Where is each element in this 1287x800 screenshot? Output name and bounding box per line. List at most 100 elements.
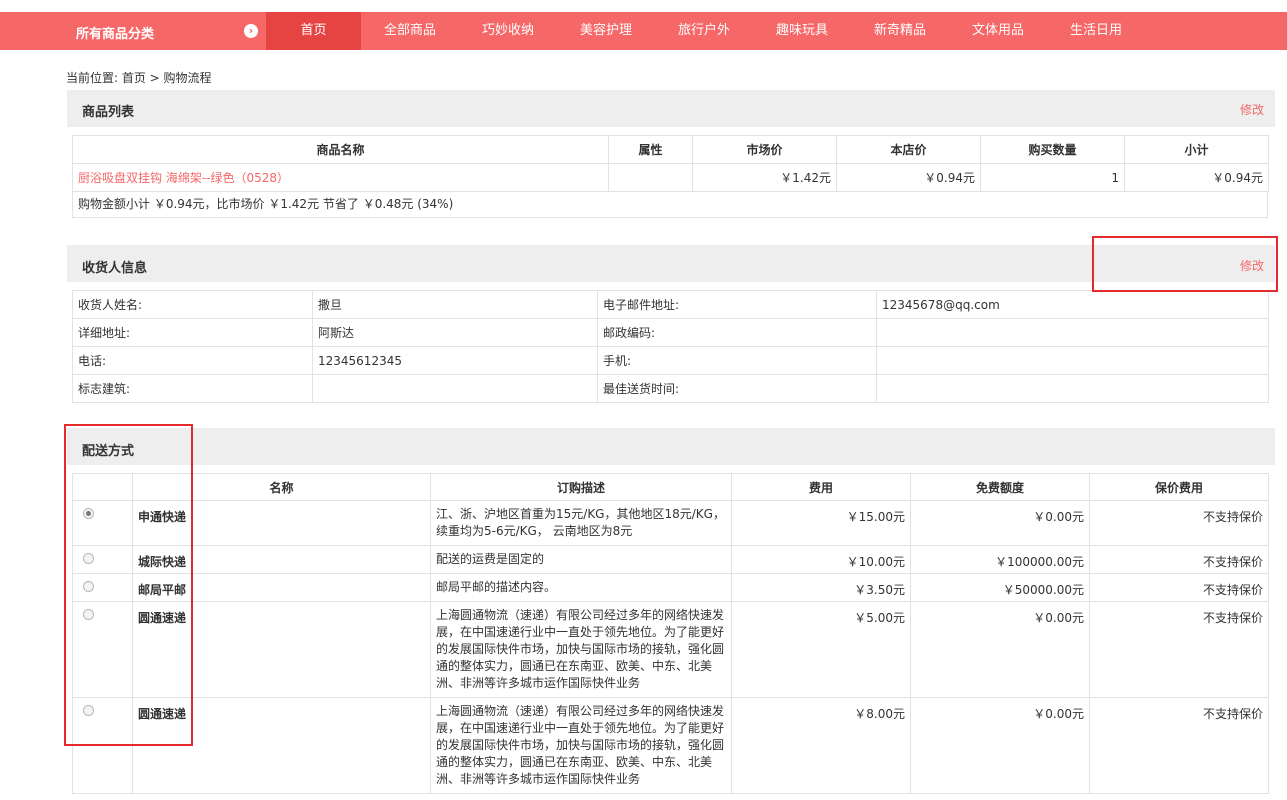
goods-subtotal: ￥0.94元 (1124, 163, 1269, 192)
field-label: 详细地址: (72, 318, 313, 347)
goods-name-link[interactable]: 厨浴吸盘双挂钩 海绵架--绿色（0528） (78, 171, 289, 185)
shipping-radio[interactable] (83, 609, 94, 620)
col-header: 保价费用 (1089, 473, 1269, 501)
goods-summary: 购物金额小计 ￥0.94元，比市场价 ￥1.42元 节省了 ￥0.48元 (34… (72, 191, 1268, 218)
shipping-free-limit: ￥0.00元 (910, 500, 1090, 546)
field-value: 撒旦 (312, 290, 598, 319)
col-header: 属性 (608, 135, 693, 164)
shipping-name: 申通快递 (132, 500, 431, 546)
all-categories-menu[interactable]: 所有商品分类 › (0, 12, 266, 50)
nav-item-all-goods[interactable]: 全部商品 (361, 12, 459, 50)
field-value: 12345678@qq.com (876, 290, 1269, 319)
shipping-name: 城际快递 (132, 545, 431, 574)
nav-item-novelty[interactable]: 新奇精品 (851, 12, 949, 50)
col-header: 本店价 (836, 135, 981, 164)
shipping-desc: 上海圆通物流（速递）有限公司经过多年的网络快速发展，在中国速递行业中一直处于领先… (430, 697, 732, 794)
goods-edit-link[interactable]: 修改 (1240, 101, 1264, 118)
shipping-table: 名称 订购描述 费用 免费额度 保价费用 申通快递 江、浙、沪地区首重为15元/… (72, 473, 1269, 794)
nav-item-daily[interactable]: 生活日用 (1047, 12, 1145, 50)
field-label: 电话: (72, 346, 313, 375)
shipping-free-limit: ￥100000.00元 (910, 545, 1090, 574)
shipping-insure: 不支持保价 (1089, 601, 1269, 698)
shipping-radio[interactable] (83, 508, 94, 519)
shipping-section-header: 配送方式 (67, 428, 1275, 465)
goods-section-title: 商品列表 (82, 105, 135, 120)
shipping-name: 圆通速递 (132, 601, 431, 698)
all-categories-label: 所有商品分类 (76, 27, 155, 42)
shipping-free-limit: ￥0.00元 (910, 601, 1090, 698)
nav-item-stationery[interactable]: 文体用品 (949, 12, 1047, 50)
shipping-fee: ￥8.00元 (731, 697, 911, 794)
table-row: 圆通速递 上海圆通物流（速递）有限公司经过多年的网络快速发展，在中国速递行业中一… (72, 697, 1269, 794)
shipping-insure: 不支持保价 (1089, 697, 1269, 794)
goods-shop-price: ￥0.94元 (836, 163, 981, 192)
consignee-section-header: 收货人信息 修改 (67, 245, 1275, 282)
table-row: 标志建筑: 最佳送货时间: (72, 374, 1269, 403)
shipping-table-header: 名称 订购描述 费用 免费额度 保价费用 (72, 473, 1269, 501)
table-row: 城际快递 配送的运费是固定的 ￥10.00元 ￥100000.00元 不支持保价 (72, 545, 1269, 574)
field-label: 电子邮件地址: (597, 290, 877, 319)
shipping-fee: ￥10.00元 (731, 545, 911, 574)
goods-attr (608, 163, 693, 192)
shipping-fee: ￥5.00元 (731, 601, 911, 698)
nav-item-toys[interactable]: 趣味玩具 (753, 12, 851, 50)
chevron-right-icon: › (244, 24, 258, 38)
col-header: 小计 (1124, 135, 1269, 164)
goods-table: 商品名称 属性 市场价 本店价 购买数量 小计 厨浴吸盘双挂钩 海绵架--绿色（… (72, 135, 1269, 192)
shipping-fee: ￥3.50元 (731, 573, 911, 602)
col-header: 商品名称 (72, 135, 609, 164)
nav-item-storage[interactable]: 巧妙收纳 (459, 12, 557, 50)
table-row: 电话: 12345612345 手机: (72, 346, 1269, 375)
consignee-section-title: 收货人信息 (82, 261, 148, 276)
shipping-name: 邮局平邮 (132, 573, 431, 602)
consignee-edit-link[interactable]: 修改 (1240, 257, 1264, 274)
table-row: 厨浴吸盘双挂钩 海绵架--绿色（0528） ￥1.42元 ￥0.94元 1 ￥0… (72, 163, 1269, 192)
shipping-radio[interactable] (83, 581, 94, 592)
field-value: 12345612345 (312, 346, 598, 375)
shipping-radio[interactable] (83, 705, 94, 716)
shipping-desc: 配送的运费是固定的 (430, 545, 732, 574)
field-value (876, 346, 1269, 375)
col-header: 费用 (731, 473, 911, 501)
table-row: 邮局平邮 邮局平邮的描述内容。 ￥3.50元 ￥50000.00元 不支持保价 (72, 573, 1269, 602)
goods-table-header: 商品名称 属性 市场价 本店价 购买数量 小计 (72, 135, 1269, 164)
consignee-table: 收货人姓名: 撒旦 电子邮件地址: 12345678@qq.com 详细地址: … (72, 290, 1269, 403)
shipping-desc: 邮局平邮的描述内容。 (430, 573, 732, 602)
shipping-desc: 江、浙、沪地区首重为15元/KG，其他地区18元/KG，续重均为5-6元/KG，… (430, 500, 732, 546)
field-label: 手机: (597, 346, 877, 375)
field-value (876, 318, 1269, 347)
top-nav: 所有商品分类 › 首页 全部商品 巧妙收纳 美容护理 旅行户外 趣味玩具 新奇精… (0, 12, 1287, 50)
nav-item-home[interactable]: 首页 (266, 12, 361, 50)
nav-item-beauty[interactable]: 美容护理 (557, 12, 655, 50)
field-label: 标志建筑: (72, 374, 313, 403)
col-header: 购买数量 (980, 135, 1125, 164)
shipping-desc: 上海圆通物流（速递）有限公司经过多年的网络快速发展，在中国速递行业中一直处于领先… (430, 601, 732, 698)
shipping-radio[interactable] (83, 553, 94, 564)
field-value: 阿斯达 (312, 318, 598, 347)
shipping-name: 圆通速递 (132, 697, 431, 794)
field-value (312, 374, 598, 403)
goods-section-header: 商品列表 修改 (67, 90, 1275, 127)
shipping-free-limit: ￥0.00元 (910, 697, 1090, 794)
goods-market-price: ￥1.42元 (692, 163, 837, 192)
field-label: 收货人姓名: (72, 290, 313, 319)
table-row: 收货人姓名: 撒旦 电子邮件地址: 12345678@qq.com (72, 290, 1269, 319)
col-header: 市场价 (692, 135, 837, 164)
table-row: 详细地址: 阿斯达 邮政编码: (72, 318, 1269, 347)
shipping-free-limit: ￥50000.00元 (910, 573, 1090, 602)
col-header: 名称 (132, 473, 431, 501)
table-row: 圆通速递 上海圆通物流（速递）有限公司经过多年的网络快速发展，在中国速递行业中一… (72, 601, 1269, 698)
field-value (876, 374, 1269, 403)
col-header: 免费额度 (910, 473, 1090, 501)
col-header: 订购描述 (430, 473, 732, 501)
table-row: 申通快递 江、浙、沪地区首重为15元/KG，其他地区18元/KG，续重均为5-6… (72, 500, 1269, 546)
goods-quantity: 1 (980, 163, 1125, 192)
shipping-fee: ￥15.00元 (731, 500, 911, 546)
field-label: 邮政编码: (597, 318, 877, 347)
shipping-insure: 不支持保价 (1089, 573, 1269, 602)
shipping-insure: 不支持保价 (1089, 545, 1269, 574)
field-label: 最佳送货时间: (597, 374, 877, 403)
nav-item-travel[interactable]: 旅行户外 (655, 12, 753, 50)
shipping-section-title: 配送方式 (82, 444, 135, 459)
shipping-insure: 不支持保价 (1089, 500, 1269, 546)
